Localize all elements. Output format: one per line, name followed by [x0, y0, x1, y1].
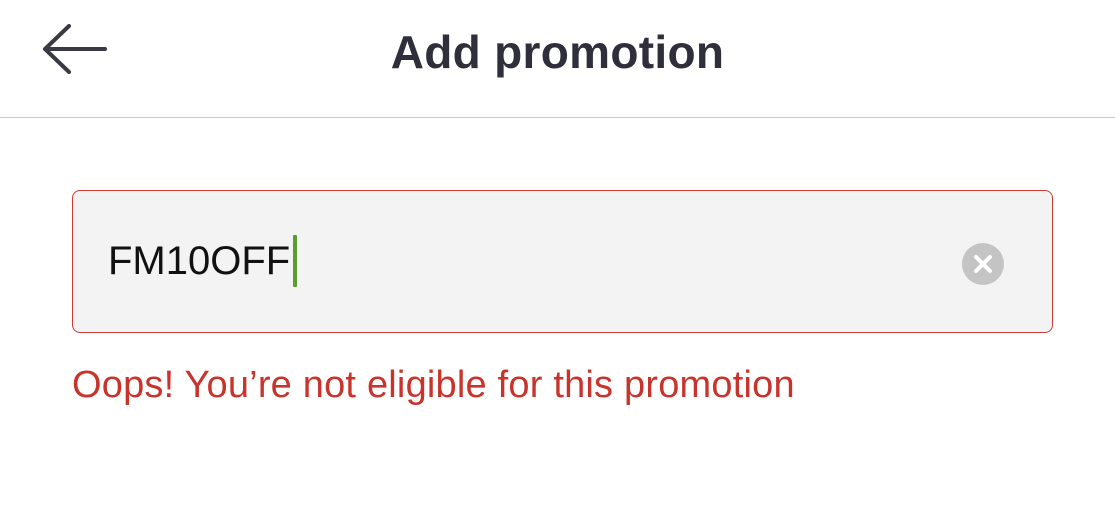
promo-code-field[interactable]: [72, 190, 1053, 333]
text-caret: [293, 235, 297, 287]
clear-circle-icon: [974, 255, 992, 273]
clear-input-button[interactable]: [962, 243, 1004, 285]
promo-code-input[interactable]: [108, 233, 948, 289]
page-title: Add promotion: [390, 26, 725, 78]
header-bar: Add promotion: [0, 0, 1115, 118]
promo-error-message: Oops! You’re not eligible for this promo…: [72, 364, 795, 406]
